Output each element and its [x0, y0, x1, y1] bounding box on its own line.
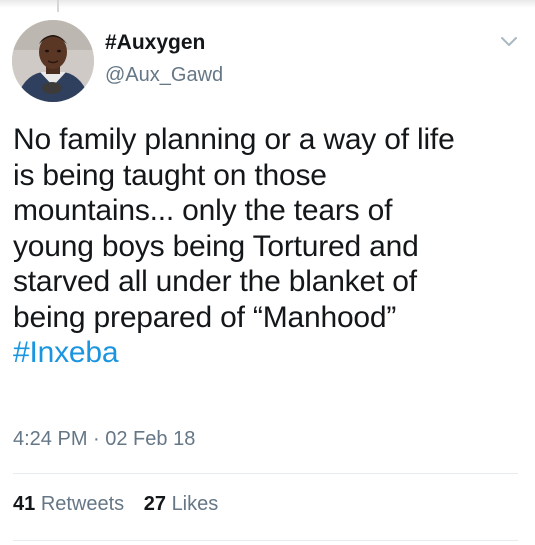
divider: [13, 540, 518, 541]
user-handle[interactable]: @Aux_Gawd: [105, 62, 223, 88]
tweet-line: young boys being Tortured and: [13, 229, 419, 263]
likes-stat[interactable]: 27 Likes: [144, 493, 219, 515]
display-name[interactable]: #Auxygen: [105, 30, 223, 56]
tweet-line: is being taught on those: [13, 158, 327, 192]
tweet-stats: 41 Retweets 27 Likes: [13, 493, 232, 516]
likes-label: Likes: [171, 493, 219, 515]
likes-count: 27: [143, 493, 166, 515]
user-info: #Auxygen @Aux_Gawd: [105, 30, 223, 88]
retweets-stat[interactable]: 41 Retweets: [13, 493, 124, 515]
thread-line: [57, 0, 59, 12]
avatar[interactable]: [12, 20, 94, 102]
divider: [13, 473, 518, 474]
hashtag-link[interactable]: #Inxeba: [13, 336, 119, 369]
tweet-line: being prepared of “Manhood”: [13, 300, 397, 334]
tweet-text: No family planning or a way of life is b…: [13, 122, 528, 371]
tweet-timestamp[interactable]: 4:24 PM · 02 Feb 18: [13, 428, 195, 451]
retweets-count: 41: [13, 493, 36, 515]
tweet-line: mountains... only the tears of: [13, 194, 393, 227]
chevron-down-icon[interactable]: [499, 35, 519, 49]
tweet-line: starved all under the blanket of: [13, 265, 417, 298]
tweet-line: No family planning or a way of life: [13, 123, 455, 156]
avatar-image: [12, 20, 94, 102]
top-edge-shadow: [0, 0, 535, 8]
retweets-label: Retweets: [40, 493, 125, 515]
